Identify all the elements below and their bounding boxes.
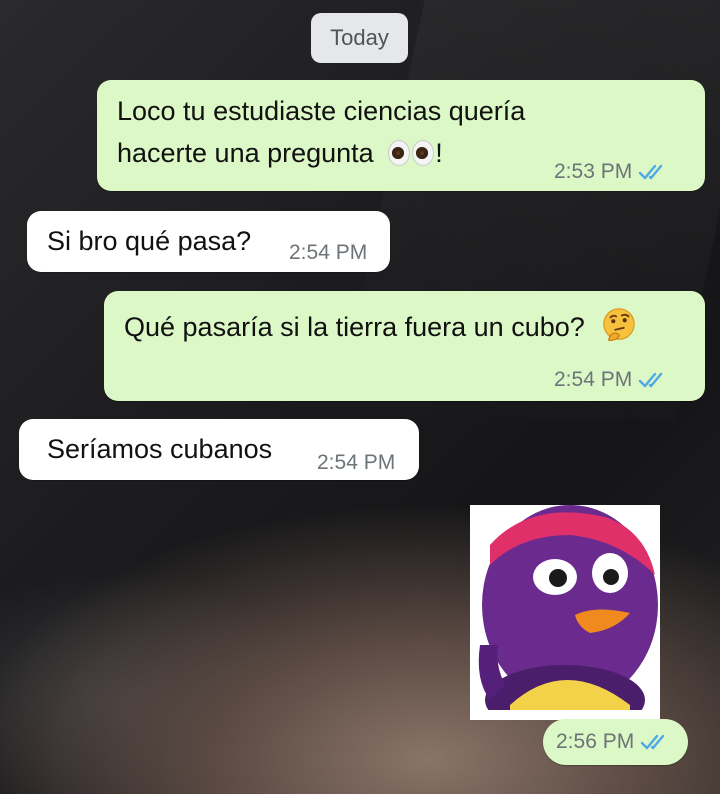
message-timestamp: 2:54 PM — [317, 451, 396, 474]
sticker-time-pill: 2:56 PM — [543, 719, 688, 765]
message-text: Loco tu estudiaste ciencias quería — [117, 90, 525, 132]
message-text: Seríamos cubanos — [47, 434, 273, 464]
message-meta: 2:54 PM — [554, 368, 668, 392]
date-separator-label: Today — [330, 25, 389, 50]
message-timestamp: 2:54 PM — [289, 241, 368, 264]
outgoing-message-bubble[interactable]: Qué pasaría si la tierra fuera un cubo? … — [104, 291, 705, 401]
message-line: Qué pasaría si la tierra fuera un cubo? — [124, 312, 585, 342]
double-check-read-icon — [641, 734, 665, 750]
purple-penguin-sticker[interactable] — [470, 505, 660, 720]
message-text: Qué pasaría si la tierra fuera un cubo? — [124, 306, 638, 348]
message-text: Si bro qué pasa? — [47, 226, 252, 256]
outgoing-message-bubble[interactable]: Loco tu estudiaste ciencias quería hacer… — [97, 80, 705, 191]
message-meta: 2:54 PM — [317, 451, 395, 475]
double-check-read-icon — [639, 164, 663, 180]
message-line: Loco tu estudiaste ciencias quería — [117, 96, 526, 126]
message-line: hacerte una pregunta — [117, 138, 374, 168]
incoming-message-bubble[interactable]: Si bro qué pasa? 2:54 PM — [27, 211, 390, 272]
double-check-read-icon — [639, 372, 663, 388]
message-suffix: ! — [435, 138, 443, 168]
message-meta: 2:53 PM — [554, 160, 668, 184]
thinking-face-emoji-icon — [603, 308, 636, 341]
message-timestamp: 2:56 PM — [556, 730, 635, 753]
message-meta: 2:56 PM — [556, 730, 670, 754]
message-timestamp: 2:54 PM — [554, 368, 633, 391]
message-meta: 2:54 PM — [289, 241, 367, 265]
message-text: hacerte una pregunta ! — [117, 132, 443, 174]
date-separator: Today — [311, 13, 408, 63]
message-timestamp: 2:53 PM — [554, 160, 633, 183]
eyes-emoji-icon — [387, 138, 435, 168]
incoming-message-bubble[interactable]: Seríamos cubanos 2:54 PM — [19, 419, 419, 480]
